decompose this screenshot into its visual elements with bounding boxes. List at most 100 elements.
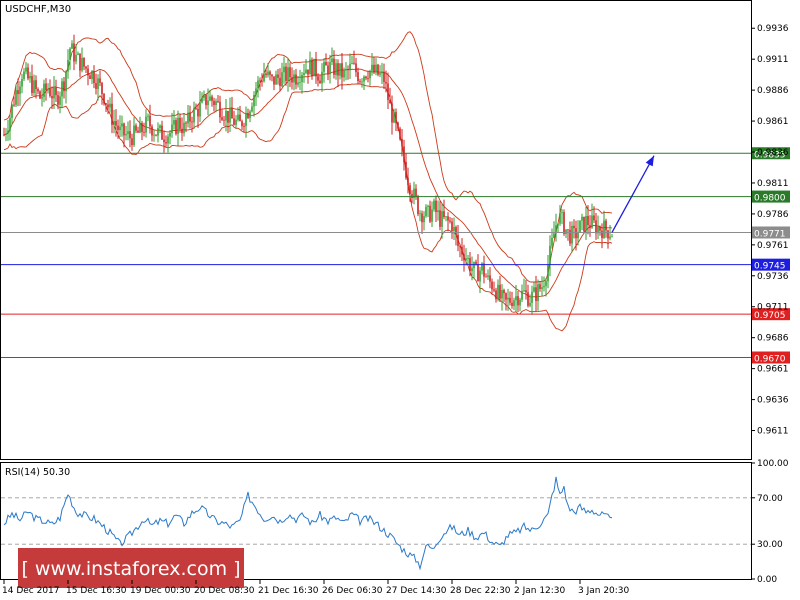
candle-body bbox=[31, 76, 33, 94]
time-tick-label-1: 15 Dec 16:30 bbox=[66, 586, 127, 596]
candle-body bbox=[483, 263, 485, 277]
candle-body bbox=[173, 120, 175, 125]
candle-body bbox=[109, 103, 111, 108]
candle-body bbox=[391, 103, 393, 123]
candle-body bbox=[269, 71, 271, 75]
candle-body bbox=[201, 97, 203, 103]
candle-body bbox=[605, 220, 607, 231]
candle-body bbox=[493, 289, 495, 291]
candle-body bbox=[295, 74, 297, 85]
candle-body bbox=[549, 245, 551, 266]
candle-body bbox=[527, 292, 529, 306]
candle-body bbox=[479, 270, 481, 282]
candle-body bbox=[241, 121, 243, 127]
candle-body bbox=[561, 212, 563, 213]
candle-body bbox=[439, 210, 441, 227]
candle-body bbox=[567, 229, 569, 231]
candle-body bbox=[429, 205, 431, 222]
candle-body bbox=[225, 110, 227, 121]
candle-body bbox=[363, 76, 365, 82]
candle-body bbox=[449, 220, 451, 222]
candle-body bbox=[151, 126, 153, 136]
price-tick-label-6: 0.9786 bbox=[757, 210, 789, 220]
candle-body bbox=[11, 104, 13, 118]
candle-body bbox=[81, 57, 83, 71]
candle-body bbox=[519, 299, 521, 306]
candle-body bbox=[441, 211, 443, 227]
candle-body bbox=[511, 302, 513, 306]
candle-body bbox=[343, 70, 345, 78]
candle-body bbox=[447, 216, 449, 221]
candle-body bbox=[107, 104, 109, 108]
price-tick-label-0: 0.9936 bbox=[757, 24, 789, 34]
time-tick-label-5: 26 Dec 06:30 bbox=[322, 586, 383, 596]
candle-body bbox=[147, 115, 149, 117]
candle-body bbox=[141, 123, 143, 132]
candle-body bbox=[265, 73, 267, 76]
candle-body bbox=[27, 67, 29, 79]
level-label-1: 0.9800 bbox=[754, 194, 786, 204]
candle-body bbox=[267, 71, 269, 76]
candle-body bbox=[357, 72, 359, 81]
candle-body bbox=[211, 96, 213, 101]
candle-body bbox=[571, 225, 573, 244]
candle-body bbox=[191, 121, 193, 123]
candle-body bbox=[9, 117, 11, 131]
candle-body bbox=[405, 162, 407, 178]
candle-body bbox=[91, 71, 93, 80]
candle bbox=[313, 58, 315, 77]
level-label-3: 0.9745 bbox=[754, 262, 786, 272]
candle-body bbox=[399, 128, 401, 140]
candle-body bbox=[123, 123, 125, 136]
candle-body bbox=[95, 83, 97, 89]
candle-body bbox=[71, 43, 73, 49]
candle-body bbox=[207, 100, 209, 106]
candle-body bbox=[517, 296, 519, 306]
candle-body bbox=[379, 73, 381, 75]
candle-body bbox=[415, 188, 417, 197]
candle bbox=[563, 209, 565, 236]
candle-body bbox=[311, 59, 313, 77]
candle-body bbox=[115, 121, 117, 126]
candle-body bbox=[485, 276, 487, 278]
candle-body bbox=[507, 297, 509, 300]
candle-body bbox=[45, 83, 47, 91]
candle-body bbox=[313, 58, 315, 77]
candle-body bbox=[239, 114, 241, 122]
candle-body bbox=[505, 293, 507, 300]
candle-body bbox=[129, 131, 131, 139]
price-tick-label-8: 0.9736 bbox=[757, 272, 789, 282]
candle-body bbox=[365, 76, 367, 79]
candle-body bbox=[457, 234, 459, 246]
candle-body bbox=[223, 119, 225, 121]
candle-body bbox=[299, 82, 301, 83]
candle-body bbox=[125, 134, 127, 136]
candle-body bbox=[377, 64, 379, 75]
candle-body bbox=[563, 212, 565, 234]
candle-body bbox=[245, 112, 247, 127]
candle-body bbox=[39, 91, 41, 99]
rsi-chart-title: RSI(14) 50.30 bbox=[5, 467, 70, 478]
candle-body bbox=[385, 81, 387, 84]
candle-body bbox=[13, 104, 15, 106]
candle-body bbox=[539, 284, 541, 289]
candle-body bbox=[73, 43, 75, 62]
instaforex-watermark: [ www.instaforex.com ] bbox=[18, 548, 244, 588]
candle-body bbox=[29, 76, 31, 79]
candle-body bbox=[531, 291, 533, 303]
level-label-5: 0.9670 bbox=[754, 354, 786, 364]
candle-body bbox=[303, 72, 305, 75]
candle-body bbox=[177, 117, 179, 134]
candle-body bbox=[403, 146, 405, 163]
candle-body bbox=[163, 139, 165, 143]
candle-body bbox=[155, 134, 157, 136]
candle-body bbox=[271, 74, 273, 77]
candle-body bbox=[41, 96, 43, 99]
candle-body bbox=[503, 290, 505, 294]
candle-body bbox=[369, 70, 371, 79]
candle-body bbox=[477, 263, 479, 282]
candle-body bbox=[585, 215, 587, 232]
candle-body bbox=[57, 95, 59, 105]
candle-body bbox=[47, 88, 49, 91]
rsi-tick-label-3: 0.00 bbox=[757, 575, 777, 585]
